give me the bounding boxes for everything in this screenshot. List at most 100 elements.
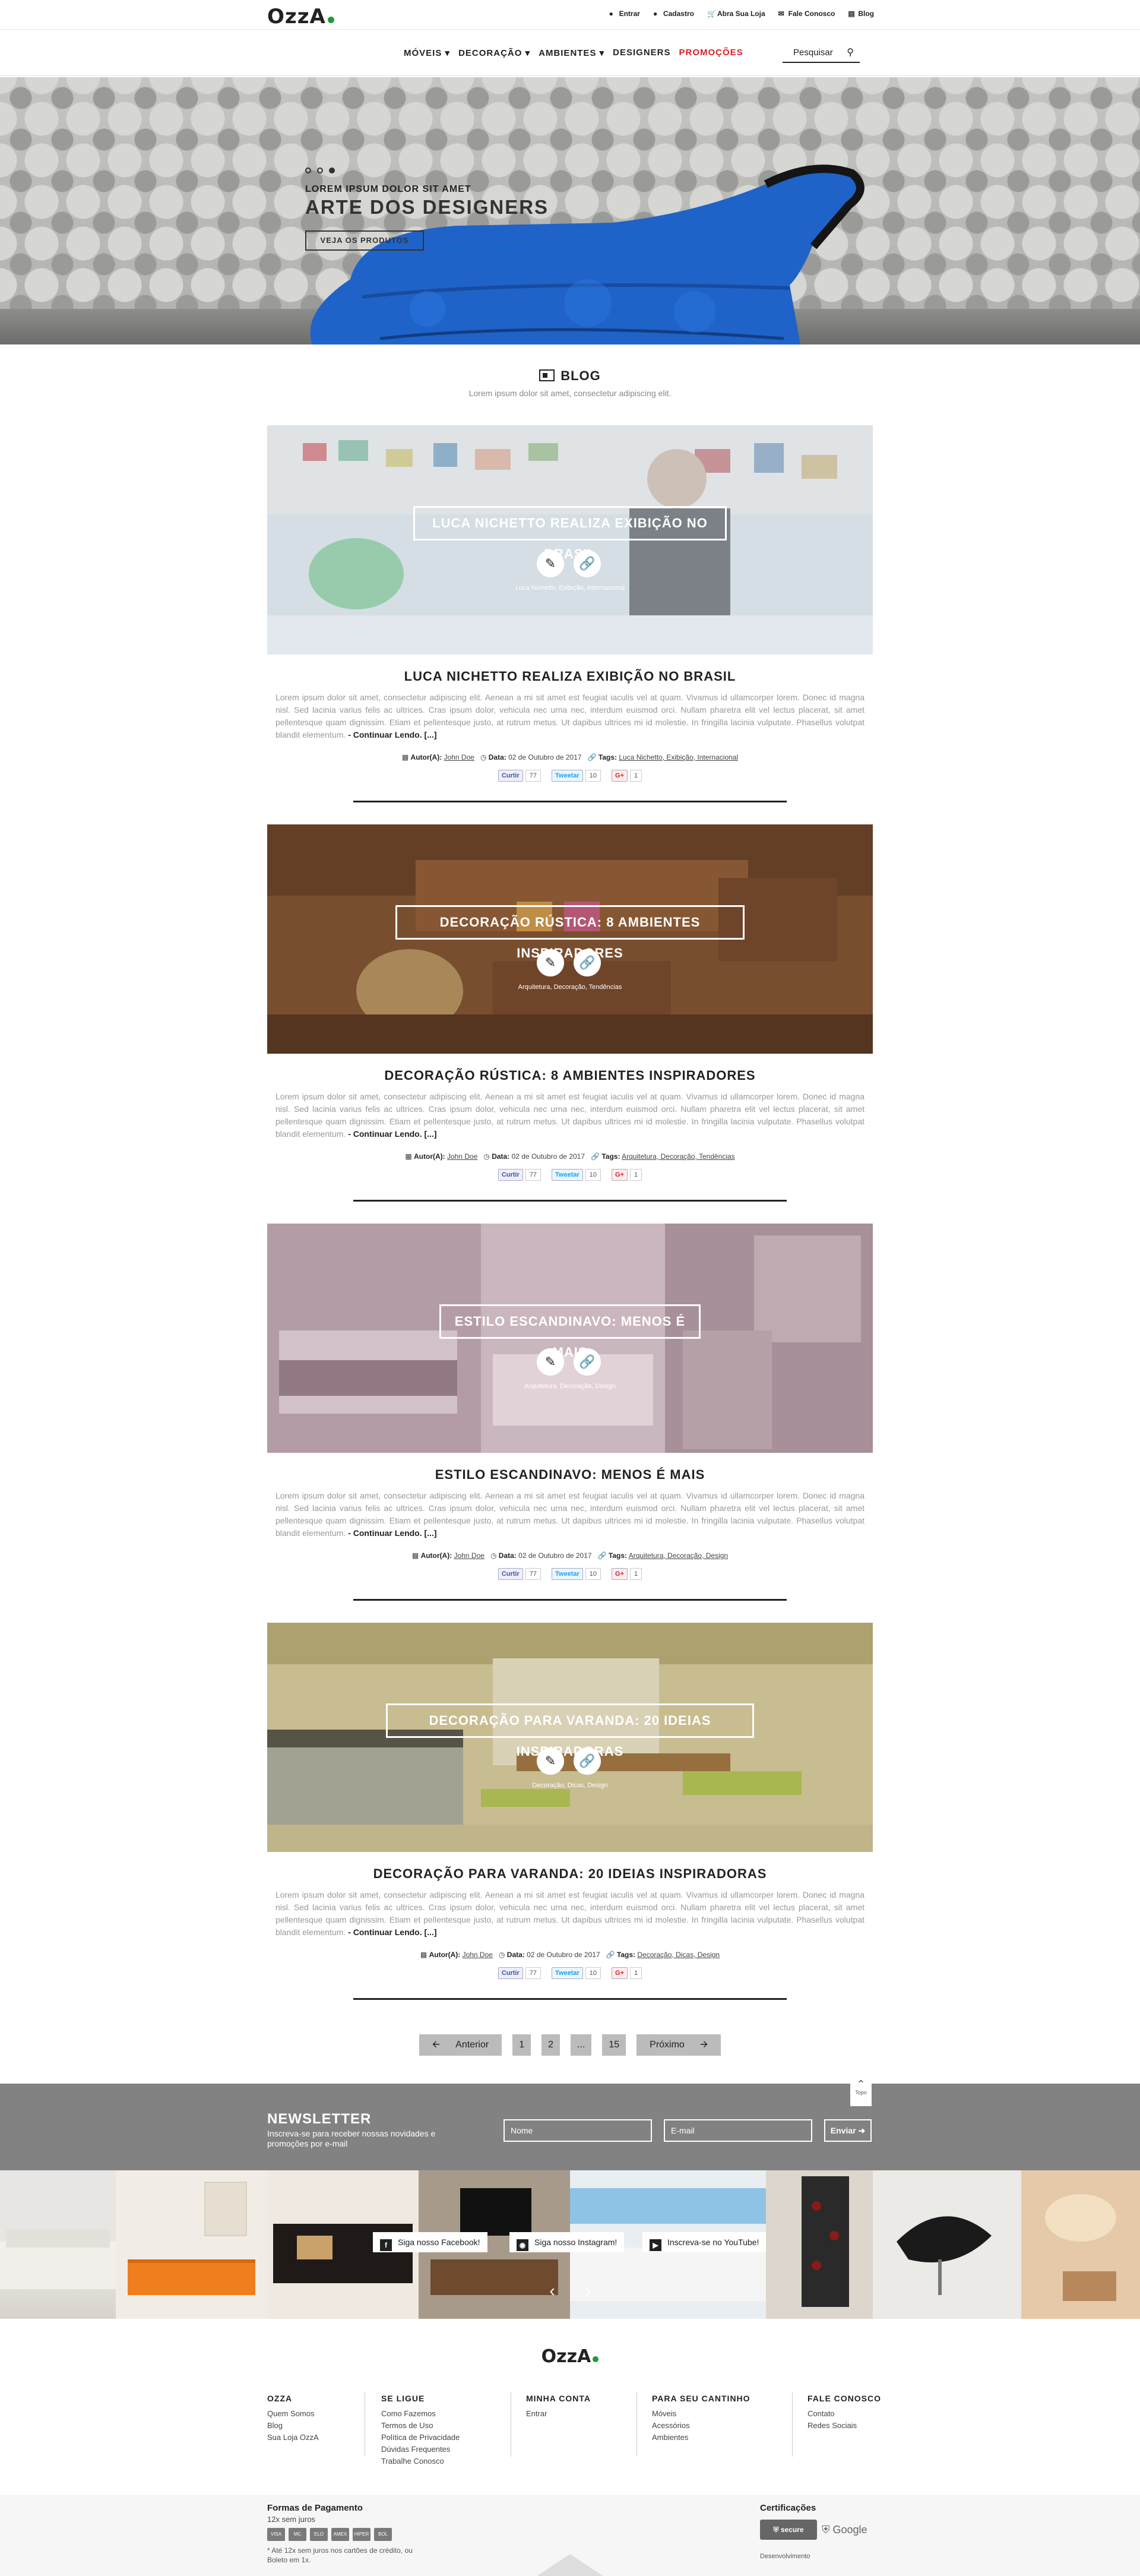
post-image[interactable]: DECORAÇÃO RÚSTICA: 8 AMBIENTES INSPIRADO… <box>267 824 873 1054</box>
top-link-fale-conosco[interactable]: ✉ Fale Conosco <box>778 10 835 18</box>
link-icon[interactable]: 🔗 <box>574 550 601 577</box>
google-plus-button[interactable]: G+ 1 <box>612 1967 642 1979</box>
footer-link[interactable]: Termos de Uso <box>381 2420 460 2432</box>
author-link[interactable]: John Doe <box>463 1951 493 1959</box>
facebook-like-button[interactable]: Curtir 77 <box>498 1169 542 1181</box>
edit-icon[interactable]: ✎ <box>537 550 564 577</box>
gallery-image-chair[interactable] <box>873 2170 1021 2319</box>
top-link-cadastro[interactable]: ● Cadastro <box>653 10 694 18</box>
tags-links[interactable]: Arquitetura, Decoração, Design <box>629 1551 728 1560</box>
hero-cta-button[interactable]: VEJA OS PRODUTOS <box>305 230 424 251</box>
post-image-title[interactable]: DECORAÇÃO RÚSTICA: 8 AMBIENTES INSPIRADO… <box>395 905 745 960</box>
page-2[interactable]: 2 <box>542 2034 560 2056</box>
edit-icon[interactable]: ✎ <box>537 949 564 976</box>
nav-item-decoracao[interactable]: DECORAÇÃO ▾ <box>458 48 530 58</box>
facebook-like-button[interactable]: Curtir 77 <box>498 770 542 782</box>
calendar-icon: ◷ <box>483 1152 490 1161</box>
tags-links[interactable]: Arquitetura, Decoração, Tendências <box>622 1152 735 1161</box>
read-more-link[interactable]: - Continuar Lendo. [...] <box>348 1528 436 1538</box>
google-plus-button[interactable]: G+ 1 <box>612 1568 642 1580</box>
instagram-follow-button[interactable]: ◉ Siga nosso Instagram! <box>509 2232 625 2252</box>
top-link-blog[interactable]: ▤ Blog <box>848 10 874 18</box>
gallery-next-arrow[interactable]: › <box>574 2281 603 2301</box>
author-link[interactable]: John Doe <box>454 1551 484 1560</box>
post-image-title[interactable]: LUCA NICHETTO REALIZA EXIBIÇÃO NO BRASIL <box>413 506 727 561</box>
facebook-like-button[interactable]: Curtir 77 <box>498 1568 542 1580</box>
facebook-follow-button[interactable]: f Siga nosso Facebook! <box>373 2232 487 2252</box>
newsletter-email-input[interactable]: E-mail <box>664 2119 812 2142</box>
logo[interactable]: OzzA <box>267 5 334 29</box>
post-image-title[interactable]: ESTILO ESCANDINAVO: MENOS É MAIS <box>439 1304 701 1360</box>
post-image-title[interactable]: DECORAÇÃO PARA VARANDA: 20 IDEIAS INSPIR… <box>386 1703 754 1759</box>
read-more-link[interactable]: - Continuar Lendo. [...] <box>348 1927 436 1937</box>
prev-page-button[interactable]: 🡨 Anterior <box>419 2034 502 2056</box>
slide-dot-active[interactable] <box>329 167 335 173</box>
gallery-prev-arrow[interactable]: ‹ <box>537 2281 567 2301</box>
nav-item-ambientes[interactable]: AMBIENTES ▾ <box>539 48 604 58</box>
gallery-image-sofa[interactable] <box>0 2170 116 2319</box>
gallery-image-lamp[interactable] <box>1021 2170 1140 2319</box>
top-link-entrar[interactable]: ● Entrar <box>609 10 640 18</box>
tweet-button[interactable]: Tweetar 10 <box>552 1169 601 1181</box>
footer-link[interactable]: Móveis <box>652 2408 750 2420</box>
footer-col-ozza: OZZA Quem Somos Blog Sua Loja OzzA <box>267 2392 319 2444</box>
post-image[interactable]: DECORAÇÃO PARA VARANDA: 20 IDEIAS INSPIR… <box>267 1623 873 1852</box>
tags-links[interactable]: Luca Nichetto, Exibição, Internacional <box>619 753 738 761</box>
main-nav: MÓVEIS ▾ DECORAÇÃO ▾ AMBIENTES ▾ DESIGNE… <box>0 30 1140 76</box>
footer-link[interactable]: Sua Loja OzzA <box>267 2432 319 2444</box>
post-title[interactable]: ESTILO ESCANDINAVO: MENOS É MAIS <box>267 1467 873 1483</box>
google-plus-button[interactable]: G+ 1 <box>612 1169 642 1181</box>
post-divider <box>353 801 787 802</box>
post-divider <box>353 1200 787 1202</box>
top-link-abra-loja[interactable]: 🛒 Abra Sua Loja <box>707 10 765 18</box>
nav-item-promocoes[interactable]: PROMOÇÕES <box>679 48 743 58</box>
post-title[interactable]: DECORAÇÃO RÚSTICA: 8 AMBIENTES INSPIRADO… <box>267 1068 873 1083</box>
slide-dot[interactable] <box>317 167 323 173</box>
footer-link[interactable]: Acessórios <box>652 2420 750 2432</box>
nav-item-designers[interactable]: DESIGNERS <box>613 48 670 58</box>
post-image[interactable]: ESTILO ESCANDINAVO: MENOS É MAIS ✎ 🔗 Arq… <box>267 1224 873 1453</box>
read-more-link[interactable]: - Continuar Lendo. [...] <box>348 730 436 739</box>
footer-link[interactable]: Ambientes <box>652 2432 750 2444</box>
facebook-like-button[interactable]: Curtir 77 <box>498 1967 542 1979</box>
footer-link[interactable]: Como Fazemos <box>381 2408 460 2420</box>
edit-icon[interactable]: ✎ <box>537 1348 564 1376</box>
footer-link[interactable]: Trabalhe Conosco <box>381 2455 460 2467</box>
footer-link[interactable]: Quem Somos <box>267 2408 319 2420</box>
link-icon[interactable]: 🔗 <box>574 1348 601 1376</box>
next-page-button[interactable]: Próximo 🡪 <box>636 2034 721 2056</box>
page-15[interactable]: 15 <box>602 2034 626 2056</box>
read-more-link[interactable]: - Continuar Lendo. [...] <box>348 1129 436 1139</box>
post-title[interactable]: LUCA NICHETTO REALIZA EXIBIÇÃO NO BRASIL <box>267 669 873 684</box>
nav-item-moveis[interactable]: MÓVEIS ▾ <box>404 48 450 58</box>
author-link[interactable]: John Doe <box>444 753 474 761</box>
post-title[interactable]: DECORAÇÃO PARA VARANDA: 20 IDEIAS INSPIR… <box>267 1866 873 1882</box>
newsletter-name-input[interactable]: Nome <box>504 2119 652 2142</box>
footer-link[interactable]: Política de Privacidade <box>381 2432 460 2444</box>
edit-icon[interactable]: ✎ <box>537 1747 564 1775</box>
link-icon[interactable]: 🔗 <box>574 949 601 976</box>
page-1[interactable]: 1 <box>512 2034 531 2056</box>
footer-link[interactable]: Blog <box>267 2420 319 2432</box>
footer-link[interactable]: Redes Sociais <box>808 2420 881 2432</box>
back-to-top-button[interactable]: ⌃ Topo <box>850 2075 872 2106</box>
gallery-image-wine-rack[interactable] <box>766 2170 873 2319</box>
gallery-image-sideboard[interactable] <box>116 2170 267 2319</box>
footer-link[interactable]: Contato <box>808 2408 881 2420</box>
search-icon[interactable]: ⚲ <box>847 46 854 58</box>
author-link[interactable]: John Doe <box>447 1152 477 1161</box>
tweet-button[interactable]: Tweetar 10 <box>552 1568 601 1580</box>
footer-link[interactable]: Dúvidas Frequentes <box>381 2444 460 2455</box>
footer-link[interactable]: Entrar <box>526 2408 591 2420</box>
link-icon[interactable]: 🔗 <box>574 1747 601 1775</box>
youtube-subscribe-button[interactable]: ▶ Inscreva-se no YouTube! <box>642 2232 767 2252</box>
tags-links[interactable]: Decoração, Dicas, Design <box>637 1951 720 1959</box>
search-input[interactable]: Pesquisar ⚲ <box>783 42 860 63</box>
footer-logo[interactable]: OzzA <box>0 2346 1140 2367</box>
tweet-button[interactable]: Tweetar 10 <box>552 1967 601 1979</box>
newsletter-send-button[interactable]: Enviar ➜ <box>824 2119 872 2142</box>
slide-dot[interactable] <box>305 167 311 173</box>
tweet-button[interactable]: Tweetar 10 <box>552 770 601 782</box>
google-plus-button[interactable]: G+ 1 <box>612 770 642 782</box>
post-image[interactable]: LUCA NICHETTO REALIZA EXIBIÇÃO NO BRASIL… <box>267 425 873 655</box>
